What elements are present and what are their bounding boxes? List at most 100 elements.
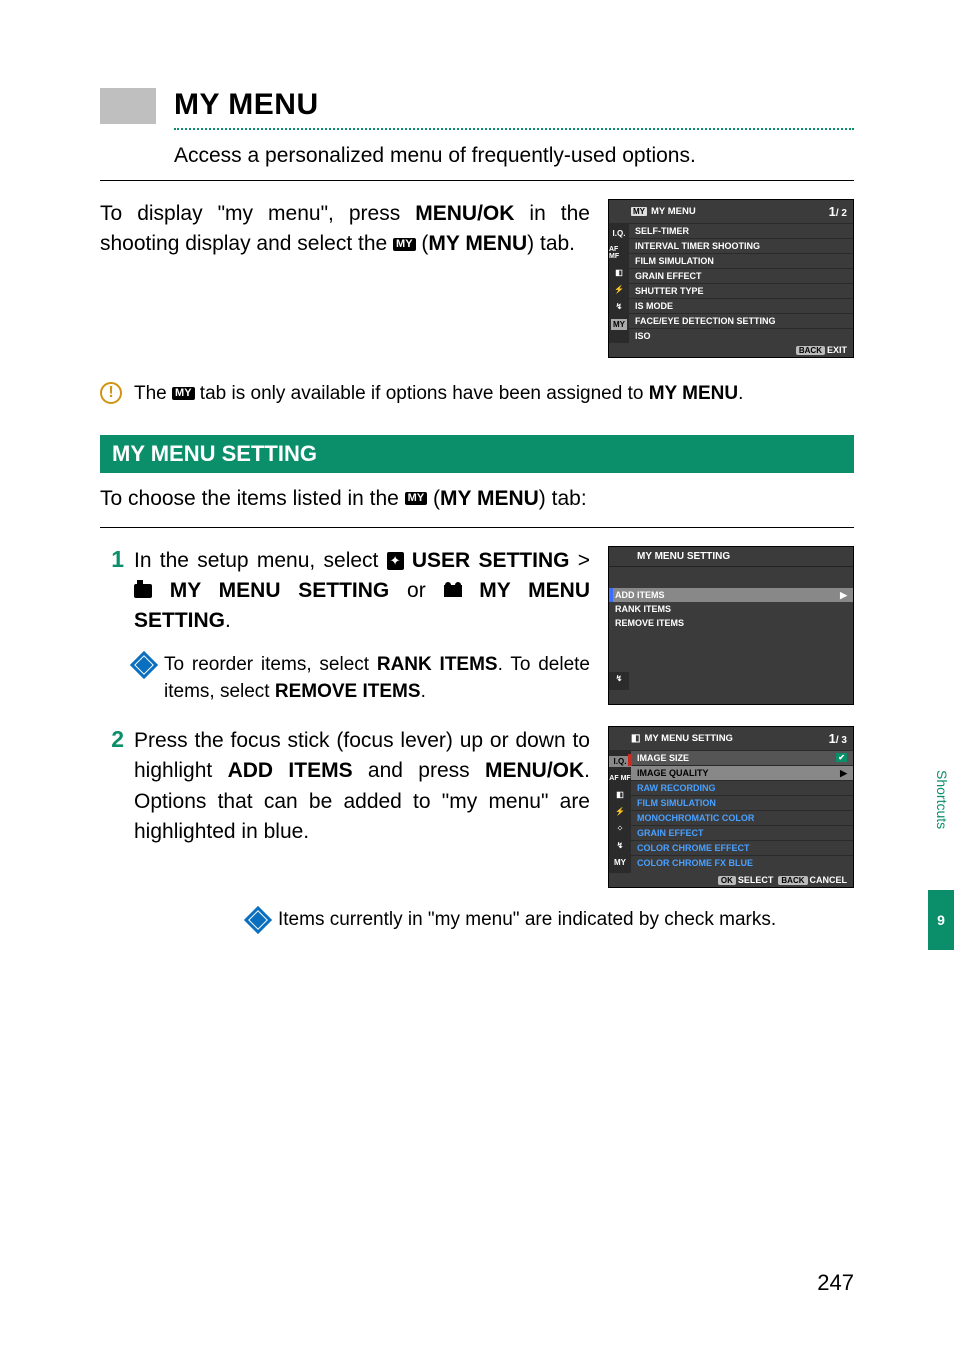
intro-text: To display "my menu", press MENU/OK in t…	[100, 199, 590, 260]
menu-item: FILM SIMULATION	[631, 795, 853, 810]
text: To display "my menu", press	[100, 202, 415, 225]
title-accent-box	[100, 88, 156, 124]
tip-1: To reorder items, select RANK ITEMS. To …	[134, 651, 590, 706]
chevron-right-icon: ▶	[840, 590, 847, 601]
remove-items-label: REMOVE ITEMS	[275, 681, 421, 702]
menu-ok-label: MENU/OK	[415, 202, 514, 225]
menu-page: 1	[829, 731, 836, 746]
text: ) tab.	[527, 232, 575, 255]
exit-label: EXIT	[827, 345, 847, 355]
my-badge: MY	[631, 207, 647, 216]
tab-flash-icon: ⚡	[615, 807, 625, 816]
check-icon: ✔	[836, 753, 847, 762]
menu-list: ADD ITEMS ▶ RANK ITEMS REMOVE ITEMS	[609, 588, 853, 672]
menu-title: MY MENU SETTING	[609, 547, 853, 566]
step-number: 1	[100, 546, 124, 637]
my-menu-setting-label: MY MENU SETTING	[152, 579, 389, 602]
side-label: Shortcuts	[934, 770, 950, 829]
menu-item: SELF-TIMER	[629, 223, 853, 238]
text: and press	[353, 759, 485, 782]
my-menu-label: MY MENU	[428, 232, 527, 255]
cancel-label: CANCEL	[810, 875, 848, 885]
text: .	[225, 609, 231, 632]
add-items-label: ADD ITEMS	[228, 759, 353, 782]
wrench-icon: ✦	[387, 552, 404, 571]
menu-item: MONOCHROMATIC COLOR	[631, 810, 853, 825]
divider	[100, 180, 854, 181]
tab-wrench-icon: ↯	[616, 674, 623, 683]
menu-title: MY MENU	[651, 206, 696, 217]
text: .	[738, 383, 743, 404]
text: >	[569, 549, 590, 572]
menu-item-label: ADD ITEMS	[615, 590, 665, 600]
my-menu-label: MY MENU	[649, 383, 738, 404]
menu-item-selected: ADD ITEMS ▶	[609, 588, 853, 602]
menu-page-total: / 3	[836, 735, 847, 746]
menu-item: REMOVE ITEMS	[609, 616, 853, 630]
page-subtitle: Access a personalized menu of frequently…	[174, 144, 854, 168]
my-icon: MY	[405, 492, 428, 505]
text: (	[416, 232, 429, 255]
menu-tabbar: I.Q. AF MF ◧ ⚡ ↯ MY	[609, 223, 629, 343]
tip-2: Items currently in "my menu" are indicat…	[248, 906, 854, 934]
warning-note: ! The MY tab is only available if option…	[100, 380, 854, 409]
menu-ok-label: MENU/OK	[485, 759, 584, 782]
camera-menu-screenshot-3: ◧ MY MENU SETTING 1/ 3 I.Q. AF MF ◧ ⚡ ⁘ …	[608, 726, 854, 888]
back-button: BACK	[796, 346, 825, 355]
menu-item: FILM SIMULATION	[629, 253, 853, 268]
text: tab is only available if options have be…	[195, 383, 649, 404]
text: In the setup menu, select	[134, 549, 387, 572]
movie-icon	[444, 585, 462, 597]
chapter-number: 9	[928, 890, 954, 950]
user-setting-label: USER SETTING	[412, 549, 570, 572]
back-button: BACK	[778, 876, 807, 885]
menu-item-empty	[609, 658, 853, 672]
camera-menu-screenshot-2: MY MENU SETTING ADD ITEMS ▶ RANK ITEMS RE…	[608, 546, 854, 705]
tab-my: MY	[614, 858, 626, 867]
ok-button: OK	[718, 876, 736, 885]
text: (	[427, 487, 440, 510]
menu-item: INTERVAL TIMER SHOOTING	[629, 238, 853, 253]
menu-item: RAW RECORDING	[631, 780, 853, 795]
menu-item-empty	[609, 644, 853, 658]
choose-text: To choose the items listed in the MY (MY…	[100, 487, 854, 511]
tab-cam-icon: ◧	[615, 268, 623, 277]
tab-wrench-icon: ↯	[616, 302, 623, 311]
text: To reorder items, select	[164, 654, 377, 675]
title-underline	[174, 128, 854, 130]
menu-tabbar: I.Q. AF MF ◧ ⚡ ⁘ ↯ MY	[609, 750, 631, 873]
text: ) tab:	[539, 487, 587, 510]
menu-list: IMAGE SIZE✔ IMAGE QUALITY ▶ RAW RECORDING…	[631, 750, 853, 873]
section-header: MY MENU SETTING	[100, 435, 854, 473]
menu-page: 1	[829, 204, 836, 219]
text: To choose the items listed in the	[100, 487, 405, 510]
page-number: 247	[817, 1270, 854, 1296]
menu-item-label: IMAGE QUALITY	[637, 768, 709, 778]
side-tab: Shortcuts 9	[928, 0, 954, 1346]
camera-menu-screenshot-1: MY MY MENU 1/ 2 I.Q. AF MF ◧ ⚡ ↯ MY SELF…	[608, 199, 854, 358]
step2-block: 2 Press the focus stick (focus lever) up…	[100, 726, 854, 888]
menu-item-selected: IMAGE QUALITY ▶	[631, 765, 853, 780]
menu-item: RANK ITEMS	[609, 602, 853, 616]
my-icon: MY	[393, 238, 416, 251]
tab-movie-icon: ⁘	[617, 824, 624, 833]
tab-af: AF MF	[609, 246, 629, 260]
select-label: SELECT	[738, 875, 774, 885]
menu-item: SHUTTER TYPE	[629, 283, 853, 298]
menu-item-added: IMAGE SIZE✔	[631, 750, 853, 765]
camera-icon: ◧	[631, 733, 640, 744]
step1-block: 1 In the setup menu, select ✦ USER SETTI…	[100, 546, 854, 706]
text: The	[134, 383, 172, 404]
step-number: 2	[100, 726, 124, 848]
tip-icon	[244, 906, 272, 934]
menu-title: MY MENU SETTING	[644, 733, 733, 744]
menu-item: GRAIN EFFECT	[631, 825, 853, 840]
chevron-right-icon: ▶	[840, 768, 847, 779]
tab-af: AF MF	[609, 775, 630, 782]
camera-icon	[134, 584, 152, 598]
divider	[100, 527, 854, 528]
menu-tabbar: ↯	[609, 672, 629, 690]
tab-iq: I.Q.	[613, 229, 626, 238]
intro-block: To display "my menu", press MENU/OK in t…	[100, 199, 854, 358]
text: .	[421, 681, 426, 702]
